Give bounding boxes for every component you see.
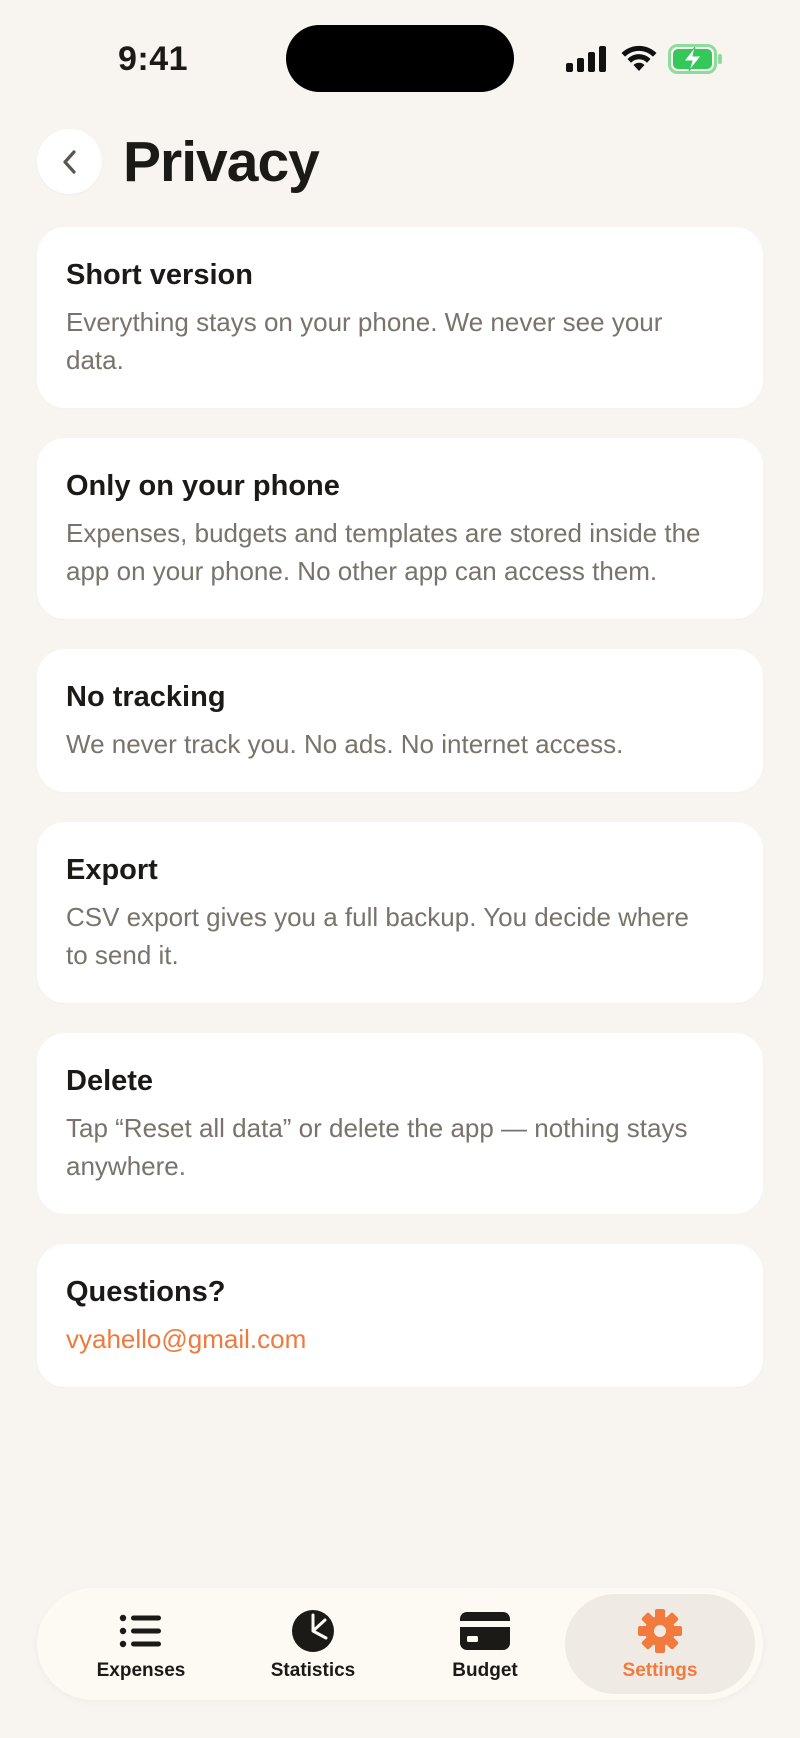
tab-statistics[interactable]: Statistics <box>223 1594 403 1694</box>
page-title: Privacy <box>123 130 320 194</box>
card-title: Only on your phone <box>66 470 340 502</box>
wifi-icon <box>621 45 657 71</box>
card-short-version: Short version Everything stays on your p… <box>37 227 763 408</box>
tab-label: Statistics <box>270 1660 356 1681</box>
card-title: Export <box>66 854 158 886</box>
pie-chart-icon <box>292 1610 334 1652</box>
list-icon <box>119 1614 161 1648</box>
card-body: Everything stays on your phone. We never… <box>66 307 663 375</box>
page-header: Privacy <box>0 120 800 220</box>
tab-budget[interactable]: Budget <box>395 1594 575 1694</box>
card-questions: Questions? vyahello@gmail.com <box>37 1244 763 1387</box>
tab-label: Budget <box>452 1660 518 1681</box>
card-body: Expenses, budgets and templates are stor… <box>66 518 701 586</box>
contact-email-link[interactable]: vyahello@gmail.com <box>66 1320 734 1358</box>
privacy-cards: Short version Everything stays on your p… <box>37 227 763 1417</box>
status-bar: 9:41 <box>0 0 800 110</box>
card-no-tracking: No tracking We never track you. No ads. … <box>37 649 763 792</box>
tab-expenses[interactable]: Expenses <box>51 1594 231 1694</box>
card-export: Export CSV export gives you a full backu… <box>37 822 763 1003</box>
tab-settings[interactable]: Settings <box>565 1594 755 1694</box>
tab-label: Settings <box>622 1660 698 1681</box>
credit-card-icon <box>460 1612 510 1650</box>
tab-bar: Expenses Statistics Budget Settings <box>37 1588 763 1700</box>
status-icons <box>566 40 726 80</box>
chevron-left-icon <box>62 149 76 174</box>
card-delete: Delete Tap “Reset all data” or delete th… <box>37 1033 763 1214</box>
card-title: Short version <box>66 259 253 291</box>
dynamic-island <box>286 25 514 92</box>
card-body: CSV export gives you a full backup. You … <box>66 902 689 970</box>
back-button[interactable] <box>37 129 102 194</box>
card-body: We never track you. No ads. No internet … <box>66 729 624 759</box>
card-only-on-your-phone: Only on your phone Expenses, budgets and… <box>37 438 763 619</box>
tab-label: Expenses <box>96 1660 186 1681</box>
status-time: 9:41 <box>118 40 189 78</box>
card-body: Tap “Reset all data” or delete the app —… <box>66 1113 688 1181</box>
battery-charging-icon <box>668 44 722 74</box>
gear-icon <box>638 1609 682 1653</box>
cellular-signal-icon <box>566 46 606 72</box>
card-title: No tracking <box>66 681 226 713</box>
card-title: Questions? <box>66 1276 226 1308</box>
card-title: Delete <box>66 1065 154 1097</box>
